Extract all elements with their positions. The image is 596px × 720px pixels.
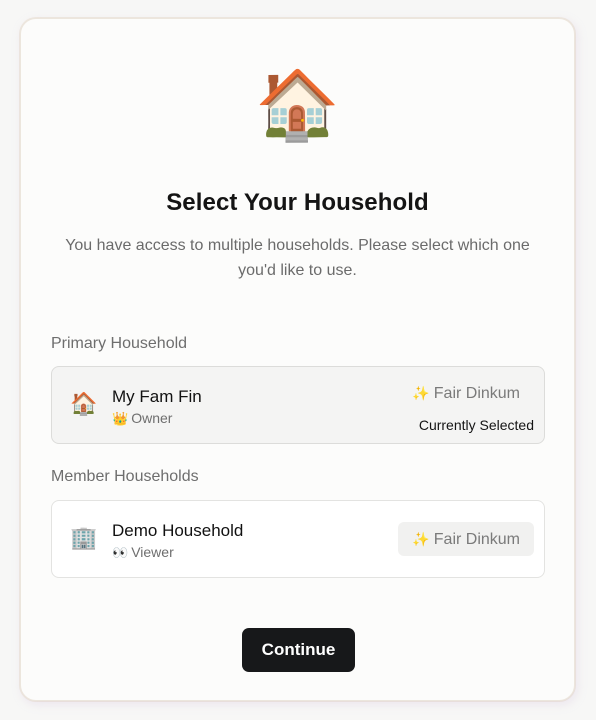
household-select-card: 🏠 Select Your Household You have access … xyxy=(20,18,575,701)
page-title: Select Your Household xyxy=(166,189,429,216)
household-name: Demo Household xyxy=(112,521,244,540)
office-building-icon: 🏢 xyxy=(70,525,98,550)
page-subtitle: You have access to multiple households. … xyxy=(65,237,530,279)
crown-icon: 👑 xyxy=(112,411,129,426)
plan-tag-label: Fair Dinkum xyxy=(433,385,520,402)
currently-selected-label: Currently Selected xyxy=(418,417,534,433)
household-option-my-fam-fin[interactable]: 🏠 My Fam Fin 👑 Owner ✨ Fair Dinkum Current… xyxy=(51,366,545,444)
household-role: 👑 Owner xyxy=(112,410,172,427)
household-role: 👀 Viewer xyxy=(112,544,174,561)
household-name: My Fam Fin xyxy=(112,387,202,406)
eyes-icon: 👀 xyxy=(112,545,129,560)
role-label: Viewer xyxy=(131,544,174,560)
house-with-garden-icon: 🏠 xyxy=(255,67,340,143)
plan-tag-label: Fair Dinkum xyxy=(433,531,520,548)
plan-tag: ✨ Fair Dinkum xyxy=(398,376,534,410)
continue-button[interactable]: Continue xyxy=(242,628,355,672)
role-label: Owner xyxy=(131,410,173,426)
member-households-section-label: Member Households xyxy=(51,468,199,485)
household-option-demo-household[interactable]: 🏢 Demo Household 👀 Viewer ✨ Fair Dinkum xyxy=(51,500,545,578)
sparkles-icon: ✨ xyxy=(412,531,430,547)
plan-tag: ✨ Fair Dinkum xyxy=(398,522,534,556)
sparkles-icon: ✨ xyxy=(412,385,430,401)
primary-household-section-label: Primary Household xyxy=(51,335,188,352)
house-icon: 🏠 xyxy=(70,391,98,416)
